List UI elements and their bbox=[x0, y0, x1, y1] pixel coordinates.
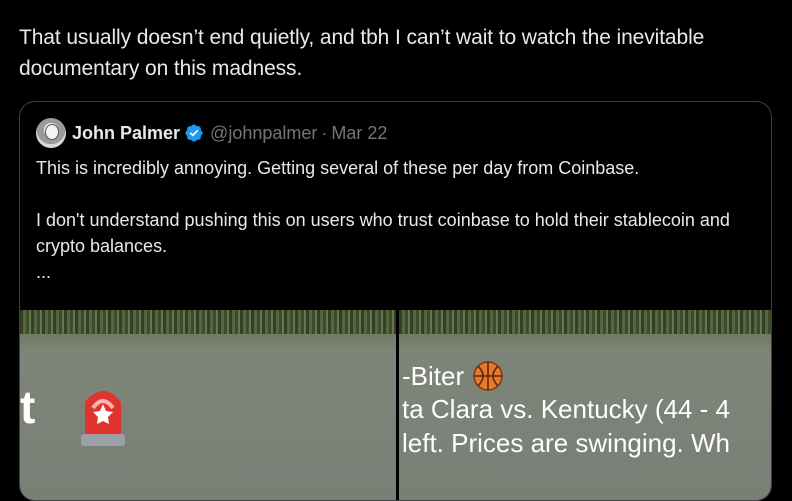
verified-badge-icon bbox=[185, 124, 203, 142]
siren-emoji-icon bbox=[81, 391, 125, 446]
quote-ellipsis: ... bbox=[36, 262, 52, 282]
quoted-post-body: This is incredibly annoying. Getting sev… bbox=[36, 155, 756, 285]
quoted-post-header: John Palmer @johnpalmer · Mar 22 bbox=[36, 118, 387, 148]
author-handle[interactable]: @johnpalmer bbox=[210, 123, 317, 144]
quoted-post-card[interactable]: John Palmer @johnpalmer · Mar 22 This is… bbox=[19, 101, 772, 501]
author-name[interactable]: John Palmer bbox=[72, 123, 180, 144]
media-grid: t -Biter ta Clara vs. Kentucky (44 - 4 l… bbox=[20, 310, 771, 500]
image-2-line-2: ta Clara vs. Kentucky (44 - 4 bbox=[402, 394, 731, 424]
image-2-line-3: left. Prices are swinging. Wh bbox=[402, 428, 731, 458]
post-text: That usually doesn’t end quietly, and tb… bbox=[19, 26, 705, 80]
image-1-text: t bbox=[20, 381, 36, 433]
avatar[interactable] bbox=[36, 118, 66, 148]
quote-line-1: This is incredibly annoying. Getting sev… bbox=[36, 158, 640, 178]
quote-line-2: I don't understand pushing this on users… bbox=[36, 210, 730, 256]
image-2-line-1: -Biter bbox=[402, 360, 504, 392]
media-image-2[interactable]: -Biter ta Clara vs. Kentucky (44 - 4 lef… bbox=[399, 310, 771, 500]
media-image-1[interactable]: t bbox=[20, 310, 396, 500]
post-date[interactable]: Mar 22 bbox=[331, 123, 387, 144]
basketball-emoji-icon bbox=[473, 361, 503, 391]
image-2-line-1-text: -Biter bbox=[402, 360, 465, 391]
separator-dot: · bbox=[321, 122, 328, 143]
